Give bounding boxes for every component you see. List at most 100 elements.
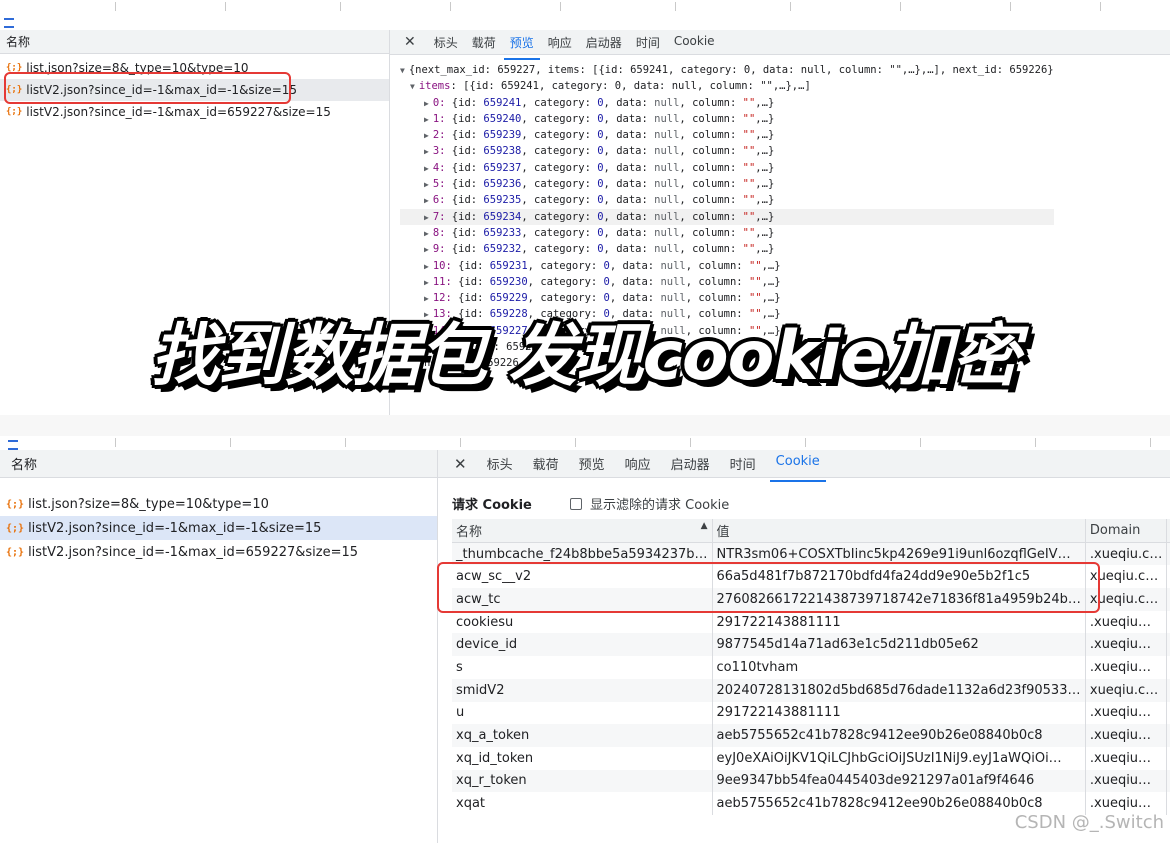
tree-item[interactable]: ▶ 10: {id: 659231, category: 0, data: nul…	[400, 258, 1054, 274]
cookie-row[interactable]: device_id 9877545d14a71ad63e1c5d211db05e6…	[452, 633, 1170, 657]
request-row[interactable]: {;} listV2.json?since_id=-1&max_id=659227…	[0, 540, 437, 564]
tree-item[interactable]: ▶ 2: {id: 659239, category: 0, data: null…	[400, 127, 1054, 143]
tab-5[interactable]: 时间	[636, 34, 660, 51]
menu-icon[interactable]	[8, 440, 18, 450]
tab-0[interactable]: 标头	[487, 454, 513, 473]
cookie-domain: .xueqiu…	[1085, 701, 1168, 725]
item-index: 10:	[432, 259, 452, 272]
col-value-header[interactable]: 值	[712, 519, 1086, 543]
menu-icon[interactable]	[4, 18, 14, 28]
tab-6[interactable]: Cookie	[769, 454, 826, 482]
cookie-domain: .xueqiu…	[1085, 724, 1168, 747]
item-index: 9:	[432, 243, 446, 256]
item-index: 4:	[432, 161, 446, 174]
tab-1[interactable]: 载荷	[533, 454, 559, 473]
tree-root-text: {next_max_id: 659227, items: [{id: 65924…	[408, 64, 1054, 76]
expanded-triangle-icon[interactable]: ▼	[410, 82, 415, 91]
request-list: 名称 {;} list.json?size=8&_type=10&type=10{…	[0, 450, 437, 843]
tab-4[interactable]: 启动器	[586, 34, 622, 51]
tree-item[interactable]: ▶ 4: {id: 659237, category: 0, data: null…	[400, 160, 1054, 176]
name-column-header[interactable]: 名称	[0, 30, 389, 54]
request-row[interactable]: {;} listV2.json?since_id=-1&max_id=-1&siz…	[0, 516, 437, 540]
tick-mark	[560, 2, 561, 11]
tree-item[interactable]: ▶ 3: {id: 659238, category: 0, data: null…	[400, 143, 1054, 159]
col-name-header[interactable]: 名称 ▲	[452, 519, 713, 543]
cookie-name: u	[452, 701, 713, 725]
cookie-row[interactable]: cookiesu291722143881111.xueqiu…/	[452, 610, 1170, 634]
cookie-name: xq_id_token	[452, 746, 713, 770]
tree-item[interactable]: ▶ 11: {id: 659230, category: 0, data: nul…	[400, 274, 1054, 290]
tick-mark	[1010, 2, 1011, 11]
tab-4[interactable]: 启动器	[671, 454, 710, 473]
tree-item[interactable]: ▶ 5: {id: 659236, category: 0, data: null…	[400, 176, 1054, 192]
tree-item[interactable]: ▶ 1: {id: 659240, category: 0, data: null…	[400, 111, 1054, 127]
request-row[interactable]: {;} list.json?size=8&_type=10&type=10	[0, 492, 437, 516]
item-index: 3:	[432, 145, 446, 158]
tree-item[interactable]: ▶ 9: {id: 659232, category: 0, data: null…	[400, 241, 1054, 257]
tab-6[interactable]: Cookie	[674, 34, 715, 51]
collapsed-triangle-icon[interactable]: ▶	[424, 213, 429, 222]
collapsed-triangle-icon[interactable]: ▶	[424, 278, 429, 287]
collapsed-triangle-icon[interactable]: ▶	[424, 131, 429, 140]
collapsed-triangle-icon[interactable]: ▶	[424, 180, 429, 189]
tree-item[interactable]: ▶ 7: {id: 659234, category: 0, data: null…	[400, 208, 1054, 225]
item-summary: {id: 659232, category: 0, data: null, co…	[445, 243, 775, 256]
tree-item[interactable]: ▶ 6: {id: 659235, category: 0, data: null…	[400, 192, 1054, 208]
cookie-row[interactable]: xq_a_token aeb5755652c41b7828c9412ee90b26…	[452, 724, 1170, 747]
item-index: 1:	[432, 112, 446, 125]
tick-mark	[805, 438, 806, 447]
cookie-value: 9877545d14a71ad63e1c5d211db05e62	[712, 633, 1086, 657]
cookie-value: co110tvham	[712, 656, 1086, 679]
tick-mark	[450, 2, 451, 11]
tree-items[interactable]: ▼ items: [{id: 659241, category: 0, data:…	[400, 78, 1054, 94]
col-domain-header[interactable]: Domain	[1085, 519, 1168, 543]
show-filtered-cookies-toggle[interactable]: 显示滤除的请求 Cookie	[570, 494, 729, 513]
highlight-box-request	[4, 72, 291, 104]
cookie-row[interactable]: smidV2 20240728131802d5bd685d76dade1132a6…	[452, 678, 1170, 702]
request-row[interactable]: {;} listV2.json?since_id=-1&max_id=659227…	[0, 101, 389, 123]
tick-mark	[1035, 438, 1036, 447]
tab-2[interactable]: 预览	[503, 34, 540, 60]
cookie-row[interactable]: xq_id_token eyJ0eXAiOiJKV1QiLCJhbGciOiJSU…	[452, 746, 1170, 770]
tree-item[interactable]: ▶ 8: {id: 659233, category: 0, data: null…	[400, 225, 1054, 241]
cookie-row[interactable]: u291722143881111.xueqiu…/	[452, 701, 1170, 725]
item-summary: {id: 659230, category: 0, data: null, co…	[451, 275, 781, 288]
tab-0[interactable]: 标头	[434, 34, 458, 51]
cookie-domain: .xueqiu…	[1085, 769, 1168, 793]
item-summary: {id: 659234, category: 0, data: null, co…	[445, 210, 775, 223]
tab-2[interactable]: 预览	[579, 454, 605, 473]
close-icon[interactable]: ✕	[404, 34, 416, 50]
tab-3[interactable]: 响应	[548, 34, 572, 51]
cookie-table-header: 名称 ▲ 值 Domain P	[452, 519, 1170, 543]
panel-divider[interactable]	[437, 450, 438, 843]
collapsed-triangle-icon[interactable]: ▶	[424, 115, 429, 124]
tab-1[interactable]: 载荷	[472, 34, 496, 51]
collapsed-triangle-icon[interactable]: ▶	[424, 147, 429, 156]
close-icon[interactable]: ✕	[454, 455, 467, 473]
collapsed-triangle-icon[interactable]: ▶	[424, 196, 429, 205]
name-column-header[interactable]: 名称	[0, 450, 437, 478]
cookie-name: xq_r_token	[452, 769, 713, 793]
tab-3[interactable]: 响应	[625, 454, 651, 473]
collapsed-triangle-icon[interactable]: ▶	[424, 262, 429, 271]
tick-mark	[230, 438, 231, 447]
collapsed-triangle-icon[interactable]: ▶	[424, 164, 429, 173]
tree-root[interactable]: ▼ {next_max_id: 659227, items: [{id: 6592…	[400, 62, 1054, 78]
tree-item[interactable]: ▶ 0: {id: 659241, category: 0, data: null…	[400, 95, 1054, 111]
collapsed-triangle-icon[interactable]: ▶	[424, 99, 429, 108]
collapsed-triangle-icon[interactable]: ▶	[424, 245, 429, 254]
tick-mark	[115, 438, 116, 447]
cookie-name: xq_a_token	[452, 724, 713, 747]
collapsed-triangle-icon[interactable]: ▶	[424, 229, 429, 238]
cookie-row[interactable]: sco110tvham.xueqiu…/	[452, 656, 1170, 679]
checkbox[interactable]	[570, 497, 582, 510]
tick-mark	[690, 438, 691, 447]
expanded-triangle-icon[interactable]: ▼	[400, 66, 405, 75]
cookie-name: s	[452, 656, 713, 679]
tab-5[interactable]: 时间	[730, 454, 756, 473]
tick-mark	[1150, 438, 1151, 447]
cookie-row[interactable]: xq_r_token 9ee9347bb54fea0445403de921297a…	[452, 769, 1170, 793]
tick-mark	[1100, 2, 1101, 11]
cookie-domain: .xueqiu…	[1085, 610, 1168, 634]
item-summary: {id: 659236, category: 0, data: null, co…	[445, 178, 775, 191]
